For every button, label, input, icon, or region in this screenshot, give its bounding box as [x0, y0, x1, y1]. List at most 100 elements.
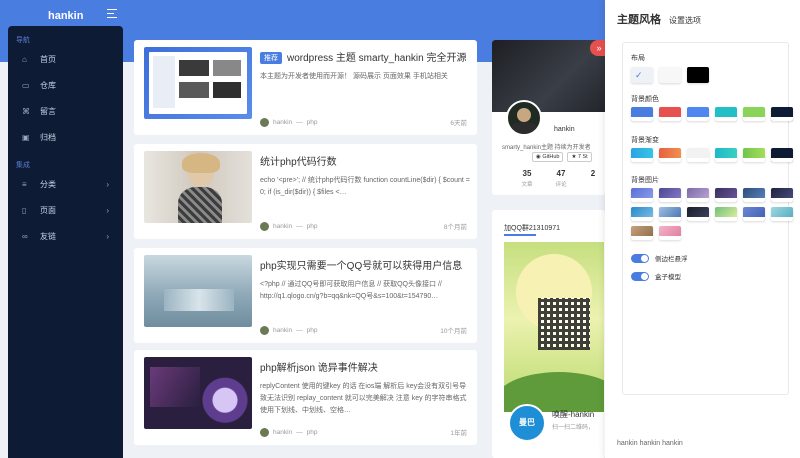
post-title[interactable]: php解析json 诡异事件解决	[260, 359, 378, 374]
bg-image-swatch[interactable]	[631, 188, 653, 202]
bg-image-swatch[interactable]	[659, 207, 681, 221]
sidebar-item-repo[interactable]: ▭ 仓库	[8, 72, 123, 98]
bg-image-swatch[interactable]	[771, 207, 793, 221]
bg-gradient-swatch[interactable]	[715, 148, 737, 162]
bg-color-swatch[interactable]	[715, 107, 737, 121]
post-date: 8个月前	[443, 224, 467, 231]
bg-image-swatch[interactable]	[631, 226, 653, 240]
sidebar-float-setting: 侧边栏悬浮	[631, 253, 688, 263]
bg-gradient-label: 背景渐变	[631, 137, 659, 144]
stat-other[interactable]: 2	[580, 169, 605, 180]
sidebar-item-label: 归档	[40, 132, 56, 142]
post-title[interactable]: 推荐 wordpress 主题 smarty_hankin 完全开源	[260, 49, 467, 64]
post-thumbnail[interactable]	[144, 47, 252, 119]
post-category[interactable]: php	[307, 223, 318, 230]
post-meta: hankin — php 6天前	[260, 116, 467, 128]
post-author[interactable]: hankin	[273, 429, 292, 436]
box-model-setting: 盒子模型	[631, 271, 681, 281]
sidebar-item-home[interactable]: ⌂ 首页	[8, 46, 123, 72]
bg-image-options-row1	[631, 188, 793, 202]
nav-group-label: 导航	[16, 37, 30, 44]
sidebar-item-pages[interactable]: ▯ 页面 ›	[8, 197, 123, 223]
sidebar-item-label: 仓库	[40, 80, 56, 90]
bg-color-swatch[interactable]	[771, 107, 793, 121]
post-category[interactable]: php	[307, 327, 318, 334]
post-meta: hankin — php 8个月前	[260, 220, 467, 232]
profile-name: hankin	[554, 126, 575, 133]
post-thumbnail[interactable]	[144, 357, 252, 429]
sidebar-item-links[interactable]: ∞ 友链 ›	[8, 223, 123, 249]
stat-posts[interactable]: 35 文章	[514, 169, 540, 188]
chevron-right-icon: ›	[106, 205, 109, 215]
post-category[interactable]: php	[307, 429, 318, 436]
author-avatar	[260, 117, 269, 127]
profile-cover	[492, 40, 605, 112]
list-icon: ≡	[22, 179, 27, 189]
bg-gradient-swatch[interactable]	[743, 148, 765, 162]
sidebar-item-guestbook[interactable]: ⌘ 留言	[8, 98, 123, 124]
post-excerpt: echo '<pre>'; // 统计php代码行数 function coun…	[260, 177, 470, 196]
qq-qrcode-image	[504, 242, 604, 412]
box-model-toggle[interactable]	[631, 271, 649, 281]
post-card[interactable]: php实现只需要一个QQ号就可以获得用户信息 <?php // 通过QQ号即可获…	[134, 248, 477, 343]
bg-image-swatch[interactable]	[687, 188, 709, 202]
post-thumbnail[interactable]	[144, 151, 252, 223]
recommend-badge: 推荐	[260, 52, 282, 64]
bg-color-swatch[interactable]	[687, 107, 709, 121]
post-card[interactable]: 推荐 wordpress 主题 smarty_hankin 完全开源 本主题为开发…	[134, 40, 477, 135]
star-link[interactable]: ★ 7 St	[567, 152, 592, 162]
stat-comments[interactable]: 47 评论	[548, 169, 574, 188]
drawer-footer-text: hankin hankin hankin	[617, 440, 683, 447]
bg-gradient-swatch[interactable]	[771, 148, 793, 162]
post-date: 6天前	[450, 120, 467, 127]
theme-settings-drawer: 主题风格 设置选项 布局 ✓ 背景颜色 背景渐变 背景图片 侧边栏悬浮 盒子模型…	[605, 0, 800, 458]
bg-image-swatch[interactable]	[659, 188, 681, 202]
layout-option-white[interactable]	[659, 67, 681, 83]
bg-color-swatch[interactable]	[631, 107, 653, 121]
sidebar-item-label: 分类	[40, 179, 56, 189]
bg-gradient-swatch[interactable]	[687, 148, 709, 162]
bg-image-swatch[interactable]	[631, 207, 653, 221]
profile-avatar[interactable]	[506, 100, 542, 136]
file-icon: ▯	[22, 205, 27, 215]
bg-image-swatch[interactable]	[715, 207, 737, 221]
post-excerpt: <?php // 通过QQ号即可获取用户信息 // 获取QQ头像接口 // ht…	[260, 281, 442, 300]
post-title[interactable]: php实现只需要一个QQ号就可以获得用户信息	[260, 257, 462, 272]
post-card[interactable]: php解析json 诡异事件解决 replyContent 使用的键key 的话…	[134, 350, 477, 445]
sidebar-item-archive[interactable]: ▣ 归档	[8, 124, 123, 150]
qq-group-title: 加QQ群21310971	[504, 225, 561, 232]
menu-toggle-icon[interactable]	[107, 9, 117, 18]
post-card[interactable]: 统计php代码行数 echo '<pre>'; // 统计php代码行数 fun…	[134, 144, 477, 239]
post-excerpt: replyContent 使用的键key 的话 在ios端 解析后 key会没有…	[260, 383, 467, 414]
post-author[interactable]: hankin	[273, 327, 292, 334]
bg-image-swatch[interactable]	[743, 207, 765, 221]
bg-color-swatch[interactable]	[659, 107, 681, 121]
post-category[interactable]: php	[307, 119, 318, 126]
post-author[interactable]: hankin	[273, 119, 292, 126]
bg-image-options-row2	[631, 207, 793, 221]
sidebar-float-toggle[interactable]	[631, 253, 649, 263]
bg-image-swatch[interactable]	[771, 188, 793, 202]
post-thumbnail[interactable]	[144, 255, 252, 327]
link-icon: ∞	[22, 231, 28, 241]
bg-gradient-swatch[interactable]	[659, 148, 681, 162]
post-meta: hankin — php 10个月前	[260, 324, 467, 336]
bg-image-swatch[interactable]	[743, 188, 765, 202]
site-logo[interactable]: hankin	[48, 10, 83, 22]
bg-image-swatch[interactable]	[659, 226, 681, 240]
author-avatar	[260, 325, 269, 335]
sidebar-item-category[interactable]: ≡ 分类 ›	[8, 171, 123, 197]
github-link[interactable]: ◉ GitHub	[532, 152, 564, 162]
toggle-label: 盒子模型	[655, 274, 681, 281]
post-author[interactable]: hankin	[273, 223, 292, 230]
title-underline	[504, 234, 536, 236]
layout-option-light[interactable]: ✓	[631, 67, 653, 83]
settings-panel: 布局 ✓ 背景颜色 背景渐变 背景图片 侧边栏悬浮 盒子模型	[622, 42, 793, 395]
layout-option-dark[interactable]	[687, 67, 709, 83]
post-title[interactable]: 统计php代码行数	[260, 153, 337, 168]
bg-image-swatch[interactable]	[687, 207, 709, 221]
qq-nickname: 唤醒-hankin	[552, 410, 595, 419]
bg-gradient-swatch[interactable]	[631, 148, 653, 162]
bg-image-swatch[interactable]	[715, 188, 737, 202]
bg-color-swatch[interactable]	[743, 107, 765, 121]
